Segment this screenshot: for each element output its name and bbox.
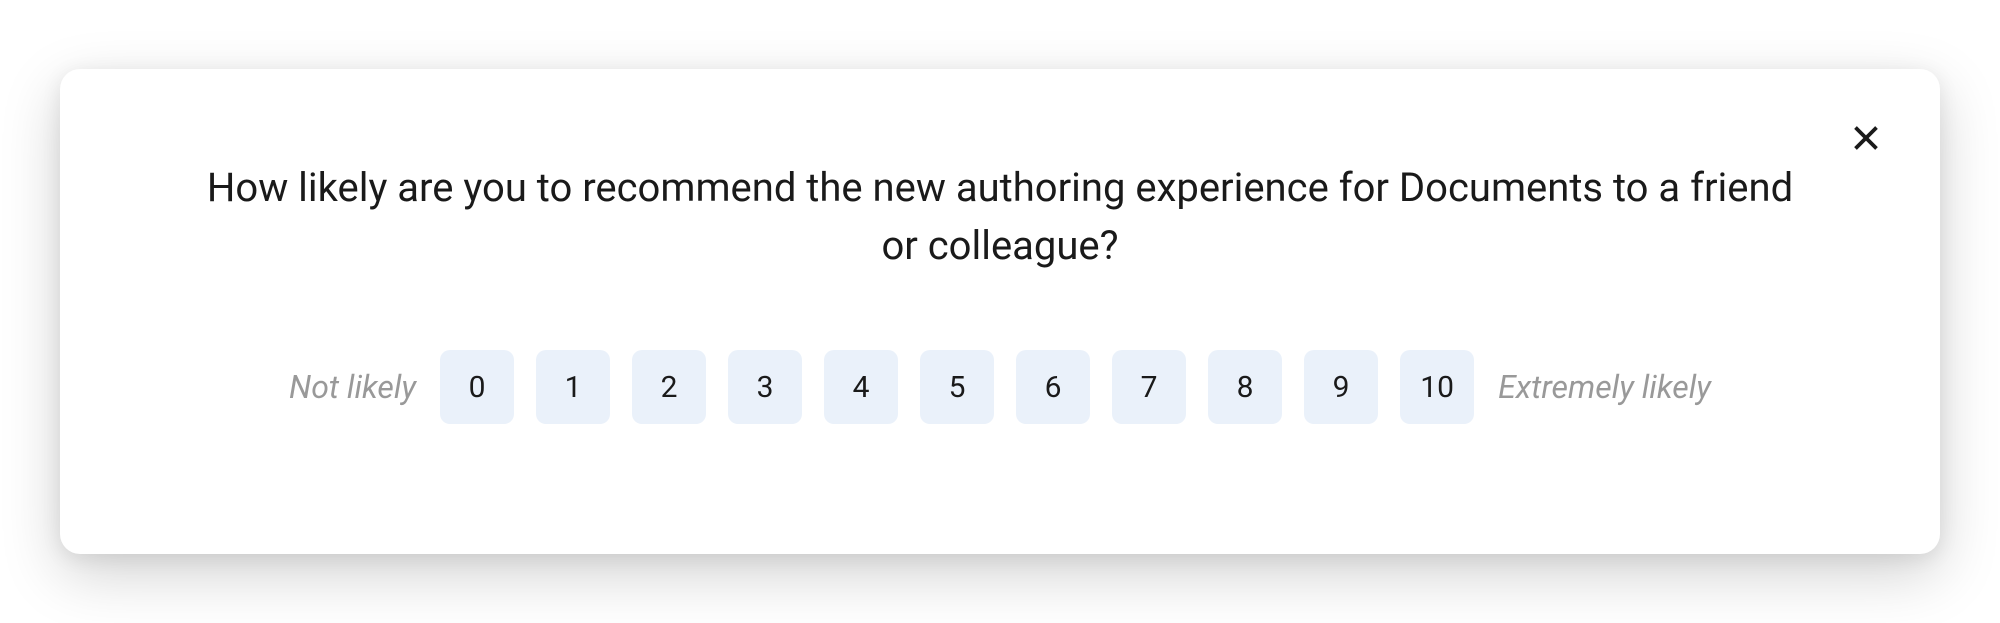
rating-button-3[interactable]: 3 xyxy=(728,350,802,424)
scale-high-label: Extremely likely xyxy=(1498,368,1711,406)
rating-button-10[interactable]: 10 xyxy=(1400,350,1474,424)
rating-buttons-group: 0 1 2 3 4 5 6 7 8 9 10 xyxy=(440,350,1474,424)
rating-button-2[interactable]: 2 xyxy=(632,350,706,424)
rating-button-1[interactable]: 1 xyxy=(536,350,610,424)
survey-question: How likely are you to recommend the new … xyxy=(190,159,1810,275)
nps-survey-modal: How likely are you to recommend the new … xyxy=(60,69,1940,554)
rating-scale-row: Not likely 0 1 2 3 4 5 6 7 8 9 10 Extrem… xyxy=(140,350,1860,424)
rating-button-7[interactable]: 7 xyxy=(1112,350,1186,424)
rating-button-9[interactable]: 9 xyxy=(1304,350,1378,424)
scale-low-label: Not likely xyxy=(289,368,416,406)
close-icon xyxy=(1848,120,1884,156)
rating-button-5[interactable]: 5 xyxy=(920,350,994,424)
rating-button-0[interactable]: 0 xyxy=(440,350,514,424)
rating-button-8[interactable]: 8 xyxy=(1208,350,1282,424)
rating-button-4[interactable]: 4 xyxy=(824,350,898,424)
close-button[interactable] xyxy=(1842,114,1890,162)
rating-button-6[interactable]: 6 xyxy=(1016,350,1090,424)
